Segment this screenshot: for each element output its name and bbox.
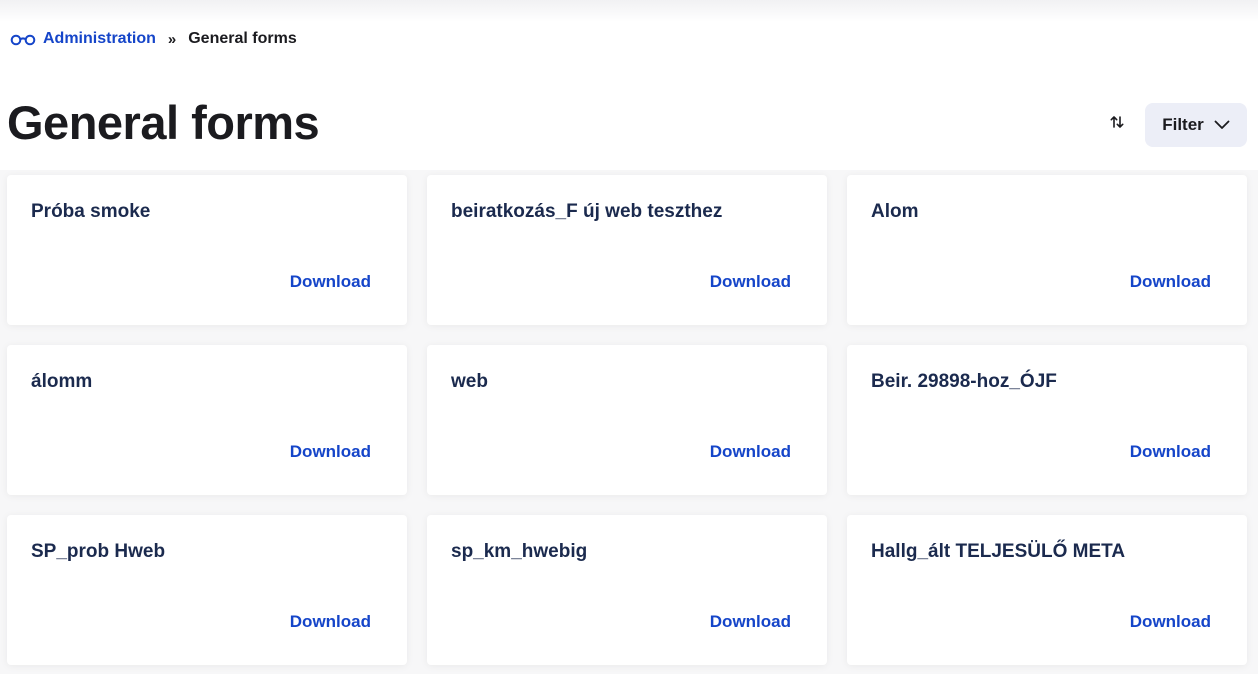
breadcrumb-link-administration[interactable]: Administration xyxy=(43,30,156,48)
form-card: Beir. 29898-hoz_ÓJF Download xyxy=(847,345,1247,495)
download-link[interactable]: Download xyxy=(710,272,791,292)
glasses-icon xyxy=(10,32,36,46)
form-card: beiratkozás_F új web teszthez Download xyxy=(427,175,827,325)
form-title: SP_prob Hweb xyxy=(31,541,166,562)
form-title: Hallg_ált TELJESÜLŐ META xyxy=(871,541,1126,562)
form-title: Próba smoke xyxy=(31,201,151,222)
download-link[interactable]: Download xyxy=(710,442,791,462)
forms-grid: Próba smoke Download beiratkozás_F új we… xyxy=(7,175,1247,665)
form-title: web xyxy=(451,371,488,392)
page-title: General forms xyxy=(7,96,320,149)
form-title: beiratkozás_F új web teszthez xyxy=(451,201,723,222)
form-title: Alom xyxy=(871,201,919,222)
form-card: SP_prob Hweb Download xyxy=(7,515,407,665)
download-link[interactable]: Download xyxy=(1130,442,1211,462)
form-card: Hallg_ált TELJESÜLŐ META Download xyxy=(847,515,1247,665)
download-link[interactable]: Download xyxy=(290,272,371,292)
filter-button[interactable]: Filter xyxy=(1145,103,1247,147)
download-link[interactable]: Download xyxy=(290,612,371,632)
download-link[interactable]: Download xyxy=(1130,272,1211,292)
breadcrumb: Administration » General forms xyxy=(10,28,297,50)
form-card: Alom Download xyxy=(847,175,1247,325)
form-card: web Download xyxy=(427,345,827,495)
form-title: álomm xyxy=(31,371,93,392)
form-title: Beir. 29898-hoz_ÓJF xyxy=(871,371,1057,392)
form-title: sp_km_hwebig xyxy=(451,541,588,562)
download-link[interactable]: Download xyxy=(1130,612,1211,632)
sort-button[interactable] xyxy=(1100,107,1134,141)
form-card: Próba smoke Download xyxy=(7,175,407,325)
filter-label: Filter xyxy=(1162,115,1204,134)
download-link[interactable]: Download xyxy=(710,612,791,632)
sort-arrows-icon xyxy=(1109,114,1125,135)
form-card: álomm Download xyxy=(7,345,407,495)
form-card: sp_km_hwebig Download xyxy=(427,515,827,665)
download-link[interactable]: Download xyxy=(290,442,371,462)
breadcrumb-current: General forms xyxy=(188,30,297,47)
breadcrumb-separator: » xyxy=(167,30,177,48)
chevron-down-icon xyxy=(1214,115,1230,135)
